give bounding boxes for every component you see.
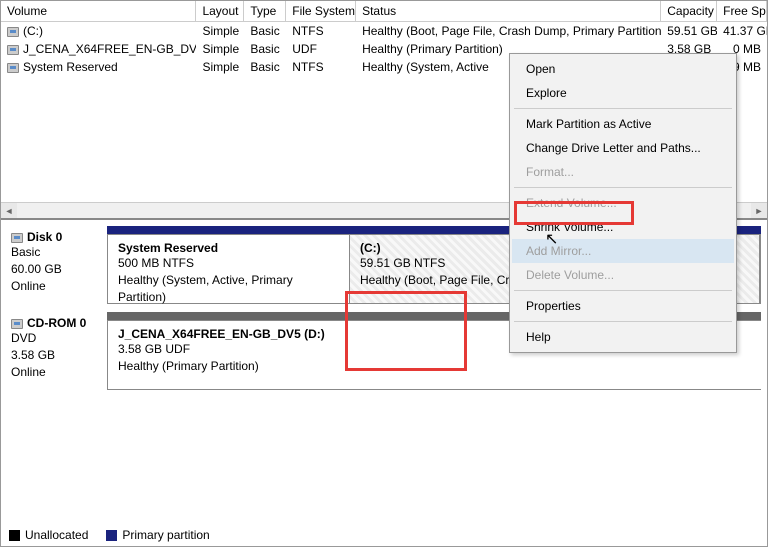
disk-title: CD-ROM 0 xyxy=(27,316,86,330)
menu-separator xyxy=(514,187,732,188)
col-status[interactable]: Status xyxy=(356,1,661,21)
menu-mark-active[interactable]: Mark Partition as Active xyxy=(512,112,734,136)
partition-status: Healthy (System, Active, Primary Partiti… xyxy=(118,272,339,306)
menu-help[interactable]: Help xyxy=(512,325,734,349)
context-menu: Open Explore Mark Partition as Active Ch… xyxy=(509,53,737,353)
volume-name: J_CENA_X64FREE_EN-GB_DV5 (D:) xyxy=(23,42,196,56)
col-capacity[interactable]: Capacity xyxy=(661,1,717,21)
cell: Healthy (Boot, Page File, Crash Dump, Pr… xyxy=(356,23,661,39)
cell: NTFS xyxy=(286,23,356,39)
col-layout[interactable]: Layout xyxy=(196,1,244,21)
menu-properties[interactable]: Properties xyxy=(512,294,734,318)
partition-name: System Reserved xyxy=(118,241,339,255)
col-filesystem[interactable]: File System xyxy=(286,1,356,21)
partition-size: 500 MB NTFS xyxy=(118,255,339,272)
col-type[interactable]: Type xyxy=(244,1,286,21)
table-row[interactable]: (C:) Simple Basic NTFS Healthy (Boot, Pa… xyxy=(1,22,767,40)
cell: Simple xyxy=(196,23,244,39)
cursor-icon: ↖ xyxy=(545,229,558,249)
legend-label: Unallocated xyxy=(25,528,88,542)
volume-name: (C:) xyxy=(23,24,43,38)
disk-state: Online xyxy=(11,364,103,381)
swatch-icon xyxy=(9,530,20,541)
menu-delete-volume[interactable]: Delete Volume... xyxy=(512,263,734,287)
disk-state: Online xyxy=(11,278,103,295)
cell: Basic xyxy=(244,41,286,57)
volume-name: System Reserved xyxy=(23,60,118,74)
menu-explore[interactable]: Explore xyxy=(512,81,734,105)
disk-icon xyxy=(7,63,19,73)
cell: UDF xyxy=(286,41,356,57)
disk-title: Disk 0 xyxy=(27,230,62,244)
cell: Simple xyxy=(196,41,244,57)
col-volume[interactable]: Volume xyxy=(1,1,196,21)
menu-separator xyxy=(514,321,732,322)
menu-format[interactable]: Format... xyxy=(512,160,734,184)
scroll-left-icon[interactable]: ◄ xyxy=(1,203,17,218)
disk-icon xyxy=(7,27,19,37)
disk-info[interactable]: Disk 0 Basic 60.00 GB Online xyxy=(7,226,107,304)
swatch-icon xyxy=(106,530,117,541)
legend: Unallocated Primary partition xyxy=(9,528,210,542)
menu-separator xyxy=(514,108,732,109)
partition-status: Healthy (Primary Partition) xyxy=(118,358,588,375)
cell: Basic xyxy=(244,23,286,39)
disk-info[interactable]: CD-ROM 0 DVD 3.58 GB Online xyxy=(7,312,107,390)
cell: 59.51 GB xyxy=(661,23,717,39)
menu-separator xyxy=(514,290,732,291)
cdrom-icon xyxy=(7,45,19,55)
volume-list-header: Volume Layout Type File System Status Ca… xyxy=(1,1,767,22)
disk-type: DVD xyxy=(11,330,103,347)
disk-size: 3.58 GB xyxy=(11,347,103,364)
cdrom-icon xyxy=(11,319,23,329)
menu-extend-volume[interactable]: Extend Volume... xyxy=(512,191,734,215)
disk-icon xyxy=(11,233,23,243)
legend-label: Primary partition xyxy=(122,528,209,542)
disk-type: Basic xyxy=(11,244,103,261)
menu-open[interactable]: Open xyxy=(512,57,734,81)
cell: Simple xyxy=(196,59,244,75)
scroll-right-icon[interactable]: ► xyxy=(751,203,767,218)
menu-change-drive-letter[interactable]: Change Drive Letter and Paths... xyxy=(512,136,734,160)
legend-primary: Primary partition xyxy=(106,528,209,542)
cell: Basic xyxy=(244,59,286,75)
cell: 41.37 GB xyxy=(717,23,767,39)
col-free[interactable]: Free Spa xyxy=(717,1,767,21)
partition-system-reserved[interactable]: System Reserved 500 MB NTFS Healthy (Sys… xyxy=(108,235,350,303)
legend-unallocated: Unallocated xyxy=(9,528,88,542)
cell: NTFS xyxy=(286,59,356,75)
disk-size: 60.00 GB xyxy=(11,261,103,278)
